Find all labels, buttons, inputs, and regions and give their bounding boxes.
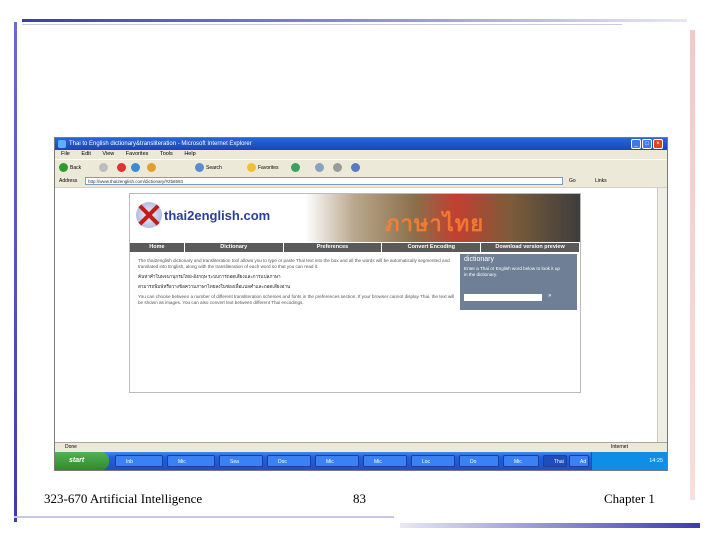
edit-button[interactable] bbox=[351, 163, 362, 173]
task-item[interactable]: Mic bbox=[167, 455, 215, 467]
lookup-go-button[interactable]: » bbox=[548, 293, 551, 299]
task-item[interactable]: Do bbox=[459, 455, 499, 467]
address-input[interactable]: http://www.thai2english.com/dictionary/#… bbox=[85, 177, 563, 185]
nav-home[interactable]: Home bbox=[130, 243, 185, 252]
task-item[interactable]: Loc bbox=[411, 455, 455, 467]
lookup-description: Enter a Thai or English word below to lo… bbox=[464, 266, 560, 277]
task-item[interactable]: Thai bbox=[543, 455, 567, 467]
banner-thai-text: ภาษาไทย bbox=[385, 211, 485, 236]
task-item[interactable]: Sea bbox=[219, 455, 263, 467]
star-icon bbox=[247, 163, 256, 173]
menu-edit[interactable]: Edit bbox=[81, 151, 90, 157]
task-item[interactable]: Doc bbox=[267, 455, 311, 467]
maximize-button[interactable]: □ bbox=[642, 139, 652, 149]
slide-bottom-rule bbox=[400, 523, 700, 528]
status-bar: Done Internet bbox=[55, 442, 667, 452]
stop-button[interactable] bbox=[117, 163, 128, 173]
slide-left-rule bbox=[14, 22, 17, 522]
history-button[interactable] bbox=[291, 163, 302, 173]
page-content: The thai2english dictionary and translit… bbox=[138, 258, 456, 310]
slide-top-rule-thin bbox=[22, 24, 622, 25]
system-tray-clock: 14:25 bbox=[591, 452, 667, 470]
slide-right-rule bbox=[690, 30, 695, 500]
toolbar: Back Search Favorites bbox=[55, 159, 667, 177]
refresh-icon bbox=[131, 163, 140, 173]
back-arrow-icon bbox=[59, 163, 68, 173]
home-button[interactable] bbox=[147, 163, 158, 173]
vertical-scrollbar[interactable] bbox=[657, 188, 667, 442]
logo-icon bbox=[136, 202, 162, 228]
lookup-input[interactable] bbox=[464, 294, 542, 301]
page-viewport: thai2english.com ภาษาไทย Home Dictionary… bbox=[55, 188, 657, 442]
status-text: Done bbox=[65, 444, 77, 450]
task-item[interactable]: Inb bbox=[115, 455, 163, 467]
thai-text-1: ค้นหาคำในพจนานุกรมไทย-อังกฤษ ระบบการถอดเ… bbox=[138, 274, 281, 279]
slide-bottom-rule-thin bbox=[14, 516, 394, 518]
print-icon bbox=[333, 163, 342, 173]
search-icon bbox=[195, 163, 204, 173]
browser-screenshot: Thai to English dictionary&transliterati… bbox=[54, 137, 668, 471]
footer-page-number: 83 bbox=[353, 491, 366, 506]
mail-icon bbox=[315, 163, 324, 173]
address-bar: Address http://www.thai2english.com/dict… bbox=[55, 176, 667, 187]
task-item[interactable]: Mic bbox=[315, 455, 359, 467]
banner-image: ภาษาไทย bbox=[305, 194, 580, 242]
history-icon bbox=[291, 163, 300, 173]
links-label[interactable]: Links bbox=[595, 176, 607, 187]
forward-arrow-icon bbox=[99, 163, 108, 173]
go-button[interactable]: Go bbox=[569, 176, 576, 187]
print-button[interactable] bbox=[333, 163, 344, 173]
website-page: thai2english.com ภาษาไทย Home Dictionary… bbox=[129, 193, 581, 393]
title-bar: Thai to English dictionary&transliterati… bbox=[55, 138, 667, 150]
menu-view[interactable]: View bbox=[102, 151, 114, 157]
body-text: You can choose between a number of diffe… bbox=[138, 294, 455, 305]
menu-tools[interactable]: Tools bbox=[160, 151, 173, 157]
footer-course: 323-670 Artificial Intelligence bbox=[44, 491, 203, 506]
nav-dictionary[interactable]: Dictionary bbox=[184, 243, 284, 252]
back-button[interactable]: Back bbox=[59, 163, 81, 173]
footer-chapter: Chapter 1 bbox=[604, 491, 655, 506]
thai-text-2: สามารถพิมพ์หรือวางข้อความภาษาไทยลงในช่อง… bbox=[138, 284, 291, 289]
menu-help[interactable]: Help bbox=[184, 151, 195, 157]
status-zone: Internet bbox=[611, 444, 628, 450]
taskbar: start Inb Mic Sea Doc Mic Mic Loc Do Mic… bbox=[55, 452, 667, 470]
dictionary-lookup-box: dictionary Enter a Thai or English word … bbox=[460, 254, 577, 310]
home-icon bbox=[147, 163, 156, 173]
task-item[interactable]: Ad bbox=[569, 455, 589, 467]
start-button[interactable]: start bbox=[55, 452, 109, 470]
address-label: Address bbox=[59, 178, 78, 184]
forward-button[interactable] bbox=[99, 163, 110, 173]
task-item[interactable]: Mic bbox=[363, 455, 407, 467]
menu-file[interactable]: File bbox=[61, 151, 70, 157]
task-item[interactable]: Mic bbox=[503, 455, 539, 467]
nav-convert-encoding[interactable]: Convert Encoding bbox=[382, 243, 482, 252]
ie-icon bbox=[58, 140, 66, 148]
edit-icon bbox=[351, 163, 360, 173]
refresh-button[interactable] bbox=[131, 163, 142, 173]
site-banner: thai2english.com ภาษาไทย bbox=[130, 194, 580, 242]
close-button[interactable]: × bbox=[653, 139, 663, 149]
menu-bar: File Edit View Favorites Tools Help bbox=[55, 150, 667, 159]
stop-icon bbox=[117, 163, 126, 173]
site-nav: Home Dictionary Preferences Convert Enco… bbox=[130, 243, 580, 252]
intro-text: The thai2english dictionary and translit… bbox=[138, 258, 450, 269]
window-title: Thai to English dictionary&transliterati… bbox=[69, 141, 252, 147]
lookup-title: dictionary bbox=[464, 256, 494, 263]
search-button[interactable]: Search bbox=[195, 163, 222, 173]
menu-favorites[interactable]: Favorites bbox=[126, 151, 149, 157]
nav-preferences[interactable]: Preferences bbox=[283, 243, 383, 252]
nav-download[interactable]: Download version preview bbox=[481, 243, 580, 252]
minimize-button[interactable]: _ bbox=[631, 139, 641, 149]
mail-button[interactable] bbox=[315, 163, 326, 173]
favorites-button[interactable]: Favorites bbox=[247, 163, 279, 173]
slide-top-rule bbox=[22, 19, 687, 22]
site-logo[interactable]: thai2english.com bbox=[164, 208, 270, 223]
